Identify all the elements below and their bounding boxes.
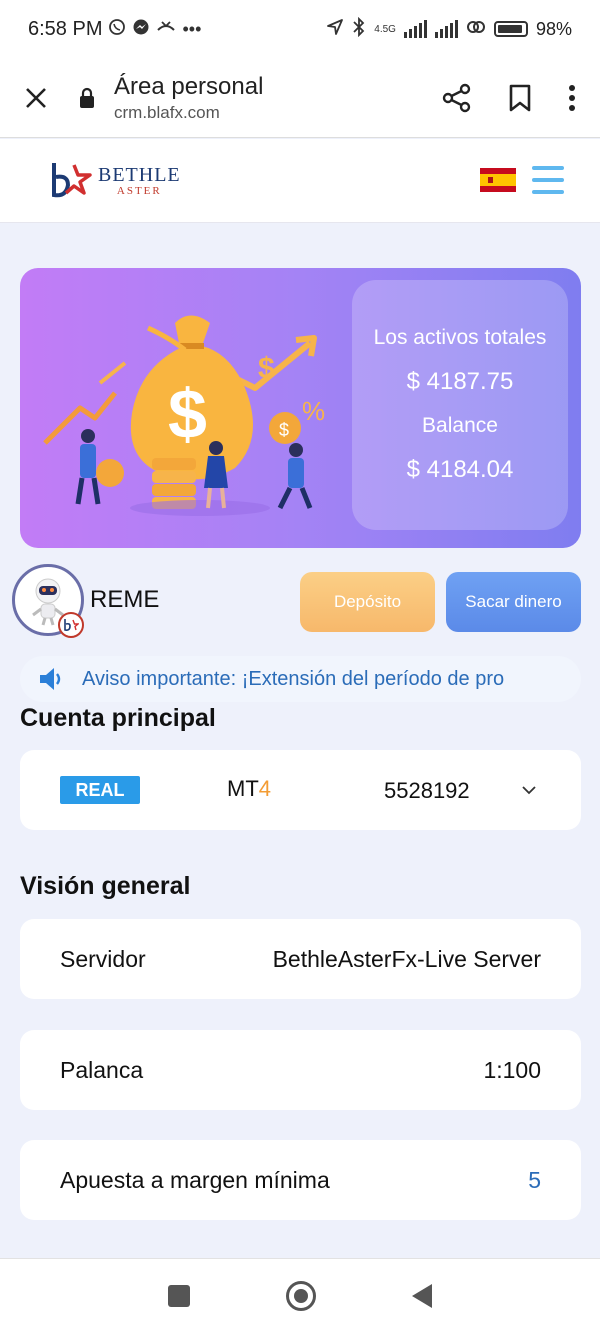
- signal-icon: [403, 20, 427, 38]
- bluetooth-icon: [352, 16, 366, 42]
- notice-text: Aviso importante: ¡Extensión del período…: [82, 667, 505, 690]
- account-type-badge: REAL: [60, 776, 140, 804]
- bookmark-icon[interactable]: [508, 84, 532, 112]
- notice-banner[interactable]: Aviso importante: ¡Extensión del período…: [20, 656, 581, 702]
- overview-title: Visión general: [20, 872, 191, 900]
- page-url: crm.blafx.com: [114, 102, 220, 122]
- leverage-value: 1:100: [483, 1056, 541, 1083]
- battery-percent: 98%: [535, 18, 572, 39]
- overview-row-server: Servidor BethleAsterFx-Live Server: [20, 919, 581, 999]
- missed-call-icon: [156, 18, 176, 41]
- assets-banner: $ % $ $ Los activos totales $ 4187.75 Ba…: [20, 268, 581, 548]
- status-bar: 6:58 PM ••• 4.5G 98%: [0, 0, 600, 58]
- whatsapp-icon: [108, 18, 126, 41]
- leverage-label: Palanca: [60, 1056, 144, 1083]
- server-label: Servidor: [60, 945, 146, 972]
- logo-mark-icon: [52, 163, 92, 198]
- lock-icon: [72, 87, 102, 109]
- withdraw-button[interactable]: Sacar dinero: [446, 572, 581, 632]
- overview-row-leverage: Palanca 1:100: [20, 1030, 581, 1110]
- brand-badge-icon: [58, 612, 84, 638]
- total-assets-value: $ 4187.75: [406, 368, 514, 395]
- close-icon[interactable]: [0, 58, 72, 138]
- status-right: 4.5G 98%: [326, 16, 572, 42]
- balance-value: $ 4184.04: [406, 456, 514, 483]
- server-value: BethleAsterFx-Live Server: [272, 945, 541, 972]
- svg-text:$: $: [168, 375, 207, 453]
- location-icon: [326, 18, 344, 41]
- speaker-icon: [20, 666, 82, 692]
- svg-text:$: $: [279, 420, 289, 440]
- account-selector[interactable]: REAL MT4 5528192: [20, 750, 581, 830]
- recents-icon[interactable]: [168, 1285, 190, 1307]
- messenger-icon: [132, 18, 150, 41]
- home-icon[interactable]: [286, 1281, 316, 1311]
- balance-label: Balance: [422, 414, 498, 437]
- overview-row-min-margin: Apuesta a margen mínima 5: [20, 1140, 581, 1220]
- more-vert-icon[interactable]: [568, 84, 576, 112]
- signal-icon-2: [434, 20, 458, 38]
- min-margin-label: Apuesta a margen mínima: [60, 1166, 330, 1193]
- account-platform: MT4: [227, 776, 271, 802]
- deposit-button[interactable]: Depósito: [300, 572, 435, 632]
- total-assets-label: Los activos totales: [373, 326, 547, 349]
- brand-logo[interactable]: BETHLE ASTER: [48, 161, 181, 199]
- svg-text:$: $: [258, 352, 275, 385]
- money-bag-illustration: $ % $ $: [43, 315, 325, 516]
- more-dots-icon: •••: [182, 18, 202, 39]
- system-nav-bar: [0, 1258, 600, 1333]
- back-icon[interactable]: [412, 1284, 432, 1308]
- totals-card: Los activos totales $ 4187.75 Balance $ …: [352, 280, 568, 530]
- chevron-down-icon[interactable]: [519, 780, 539, 800]
- user-name: REME: [90, 586, 160, 613]
- battery-icon: [493, 21, 528, 37]
- min-margin-value: 5: [528, 1166, 541, 1193]
- hotspot-icon: [466, 19, 486, 40]
- account-number: 5528192: [384, 778, 470, 803]
- platform-prefix: MT: [227, 776, 259, 801]
- browser-toolbar: Área personal crm.blafx.com: [0, 58, 600, 138]
- status-left: 6:58 PM •••: [28, 18, 201, 41]
- hamburger-menu-icon[interactable]: [532, 166, 564, 194]
- page-title: Área personal: [114, 72, 264, 100]
- main-account-title: Cuenta principal: [20, 704, 216, 732]
- network-type: 4.5G: [374, 23, 396, 35]
- spain-flag-icon[interactable]: [480, 168, 516, 192]
- logo-text: BETHLE ASTER: [98, 164, 181, 197]
- logo-sub-text: ASTER: [116, 184, 162, 197]
- platform-number: 4: [258, 776, 272, 801]
- share-icon[interactable]: [442, 83, 472, 113]
- browser-actions: [442, 83, 600, 113]
- logo-main-text: BETHLE: [98, 163, 181, 186]
- svg-text:%: %: [302, 396, 325, 426]
- status-time: 6:58 PM: [28, 17, 103, 40]
- browser-title-block: Área personal crm.blafx.com: [114, 73, 263, 123]
